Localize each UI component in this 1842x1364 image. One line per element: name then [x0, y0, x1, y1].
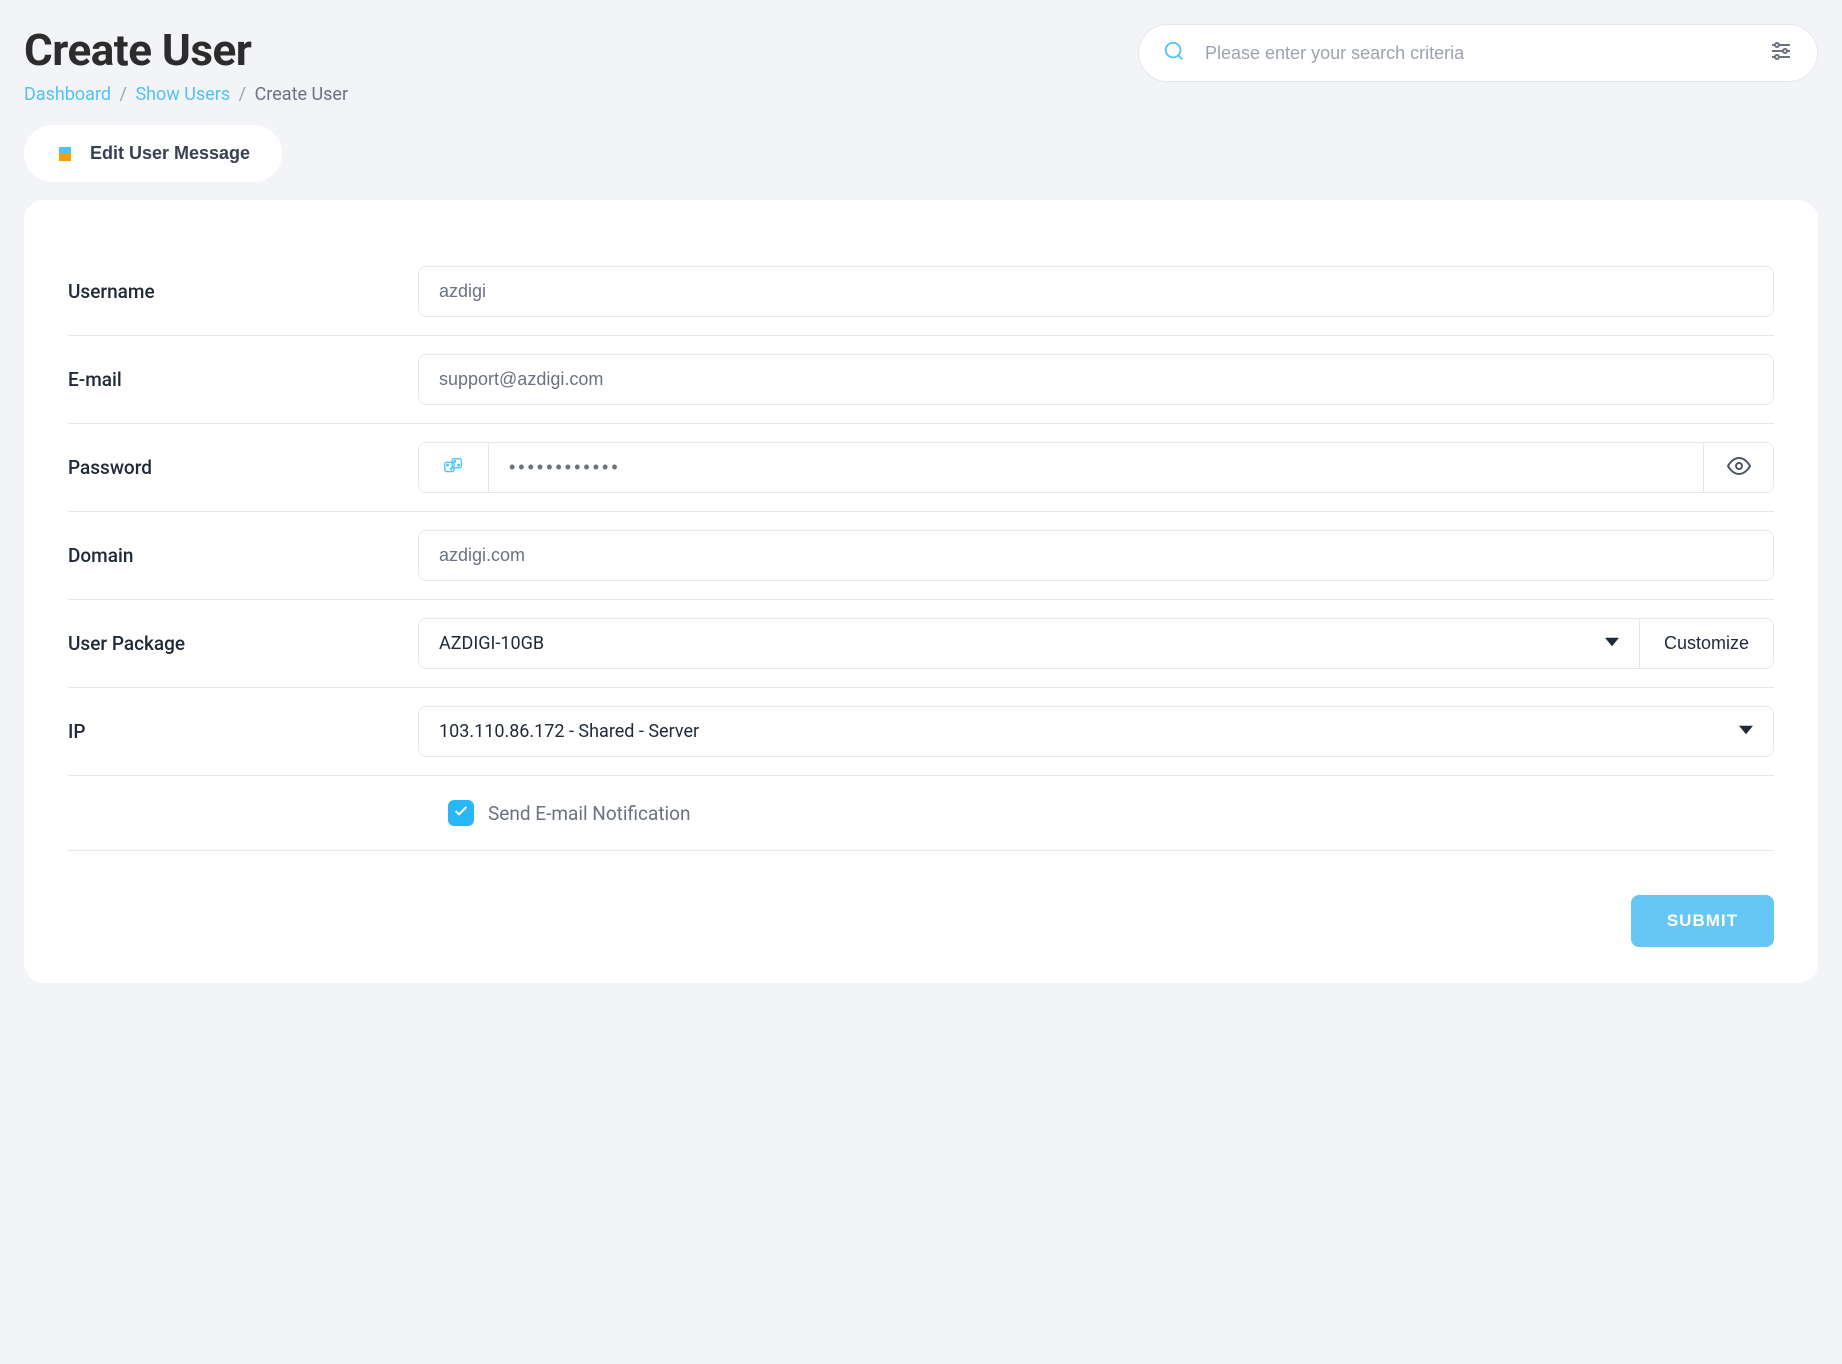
email-label: E-mail	[68, 368, 418, 391]
search-icon	[1163, 40, 1185, 66]
submit-button[interactable]: SUBMIT	[1631, 895, 1774, 947]
chevron-down-icon	[1605, 633, 1619, 654]
password-reveal-button[interactable]	[1703, 443, 1773, 492]
search-bar[interactable]	[1138, 24, 1818, 82]
breadcrumb-sep: /	[120, 84, 127, 105]
ip-label: IP	[68, 720, 418, 743]
user-package-selected: AZDIGI-10GB	[439, 633, 544, 654]
breadcrumb-current: Create User	[255, 84, 349, 105]
breadcrumb: Dashboard / Show Users / Create User	[24, 84, 1098, 105]
page-title: Create User	[24, 24, 1098, 76]
breadcrumb-show-users[interactable]: Show Users	[135, 84, 230, 105]
password-input[interactable]	[489, 443, 1703, 492]
username-input[interactable]	[418, 266, 1774, 317]
chevron-down-icon	[1739, 721, 1753, 742]
domain-input[interactable]	[418, 530, 1774, 581]
eye-icon	[1727, 454, 1751, 481]
breadcrumb-sep: /	[239, 84, 246, 105]
filter-icon[interactable]	[1769, 39, 1793, 67]
dice-icon	[443, 455, 465, 480]
user-package-label: User Package	[68, 632, 418, 655]
message-icon	[56, 145, 74, 163]
password-label: Password	[68, 456, 418, 479]
user-package-select[interactable]: AZDIGI-10GB	[418, 618, 1640, 669]
customize-button[interactable]: Customize	[1640, 618, 1774, 669]
password-generate-button[interactable]	[419, 443, 489, 492]
send-email-label: Send E-mail Notification	[488, 802, 690, 825]
ip-selected: 103.110.86.172 - Shared - Server	[439, 721, 699, 742]
search-input[interactable]	[1205, 43, 1749, 64]
create-user-form-card: Username E-mail Password	[24, 200, 1818, 983]
send-email-checkbox[interactable]	[448, 800, 474, 826]
check-icon	[453, 803, 469, 823]
domain-label: Domain	[68, 544, 418, 567]
email-input[interactable]	[418, 354, 1774, 405]
username-label: Username	[68, 280, 418, 303]
breadcrumb-dashboard[interactable]: Dashboard	[24, 84, 111, 105]
ip-select[interactable]: 103.110.86.172 - Shared - Server	[418, 706, 1774, 757]
edit-user-message-button[interactable]: Edit User Message	[24, 125, 282, 182]
edit-user-message-label: Edit User Message	[90, 143, 250, 164]
